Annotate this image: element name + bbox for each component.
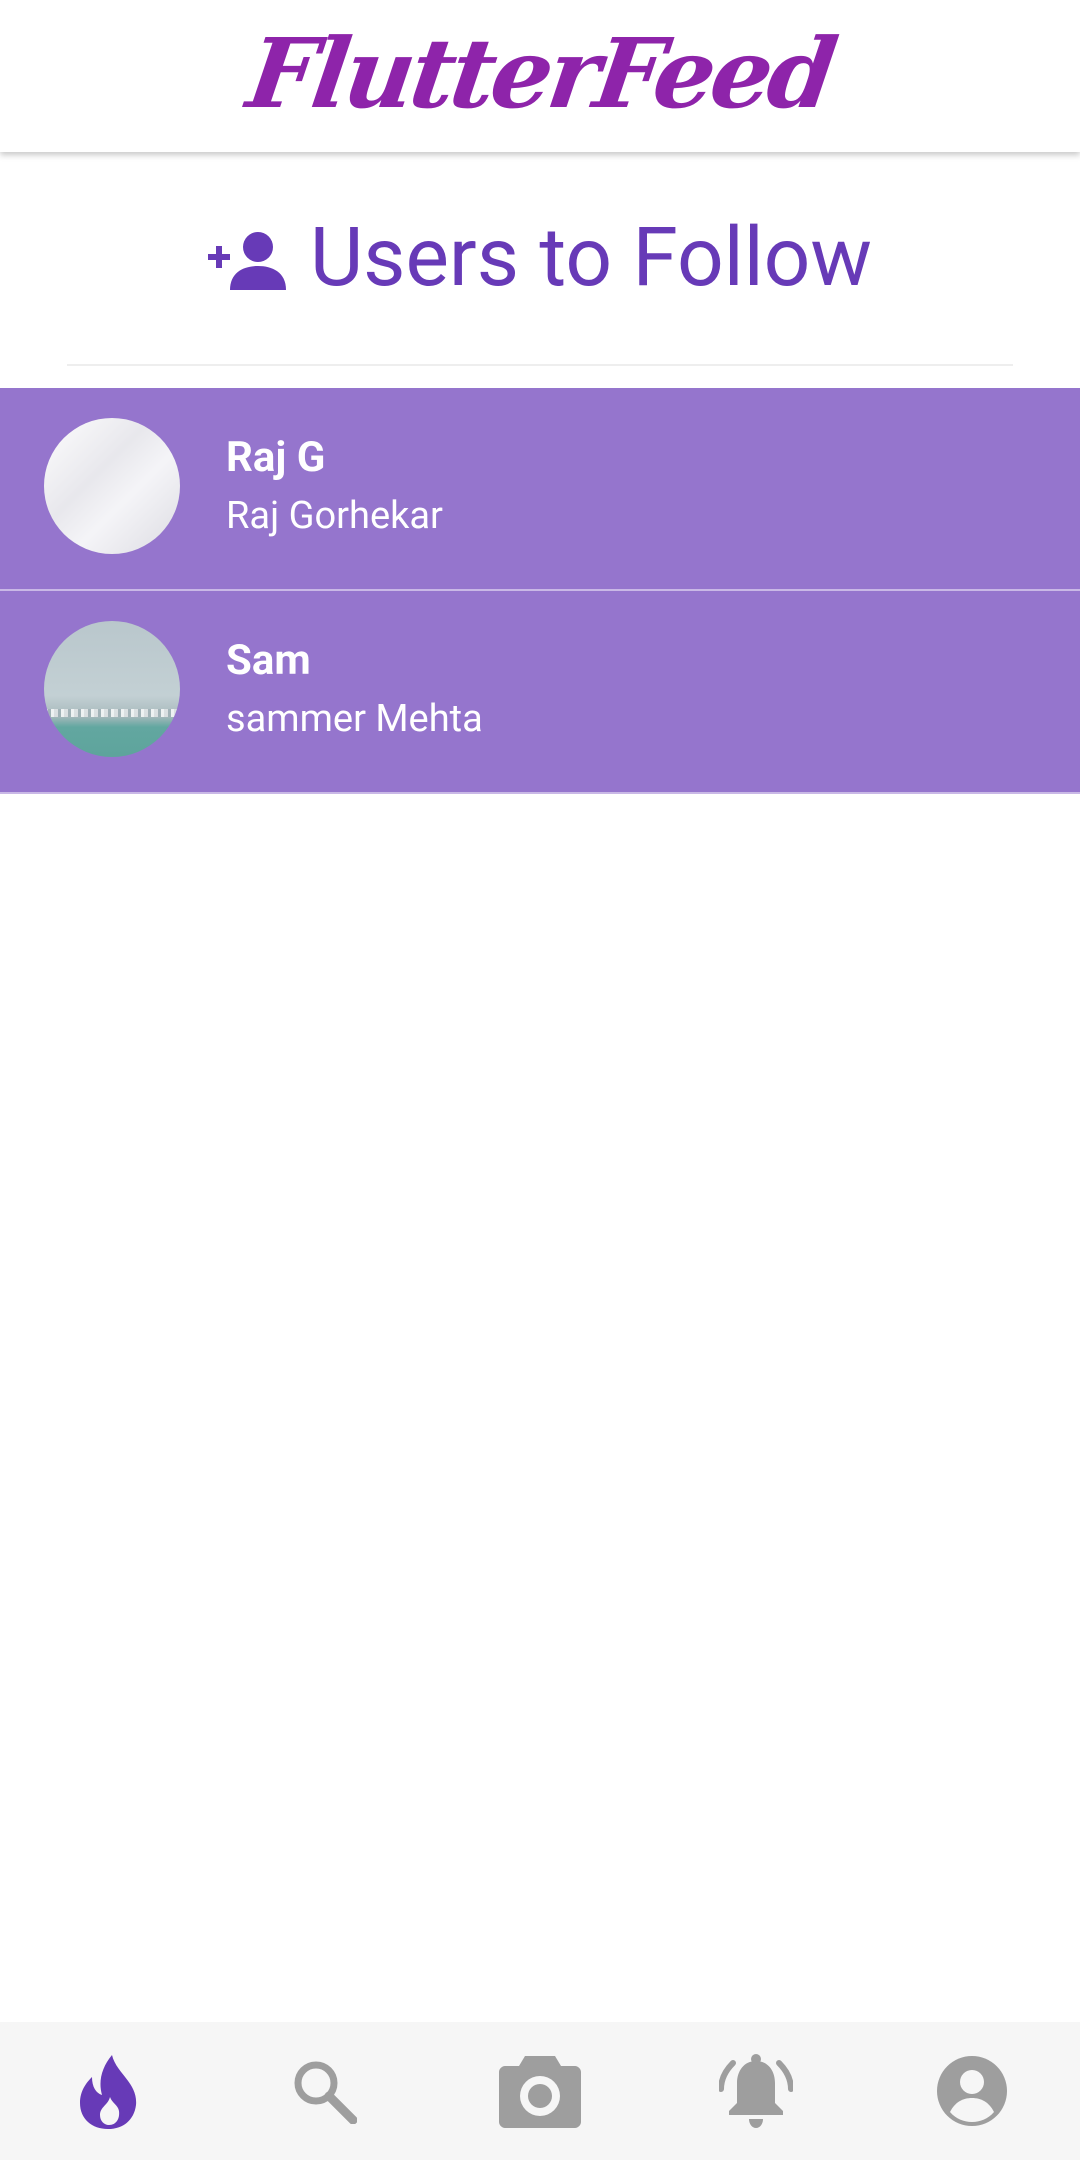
camera-icon: [499, 2056, 581, 2128]
user-list-item[interactable]: Raj G Raj Gorhekar: [0, 388, 1080, 591]
user-username: Sam: [226, 636, 311, 685]
search-icon: [294, 2061, 357, 2124]
user-list: Raj G Raj Gorhekar Sam sammer Mehta: [0, 388, 1080, 794]
user-display-name: Raj Gorhekar: [226, 494, 443, 538]
bell-ringing-icon: [719, 2054, 793, 2128]
app-title: FlutterFeed: [240, 16, 840, 130]
nav-tab-notifications[interactable]: [648, 2022, 864, 2160]
avatar-skyline: [44, 709, 180, 717]
app-bar: FlutterFeed: [0, 0, 1080, 152]
user-display-name: sammer Mehta: [226, 697, 483, 741]
user-list-item[interactable]: Sam sammer Mehta: [0, 591, 1080, 794]
bottom-navigation-bar: [0, 2022, 1080, 2160]
user-username: Raj G: [226, 433, 326, 482]
page-title: Users to Follow: [309, 210, 873, 306]
user-avatar[interactable]: [44, 621, 180, 757]
user-avatar[interactable]: [44, 418, 180, 554]
nav-tab-camera[interactable]: [432, 2022, 648, 2160]
app-screen: FlutterFeed Users to Follow Raj G Raj Go…: [0, 0, 1080, 2160]
person-add-icon: [207, 232, 286, 290]
users-to-follow-header: Users to Follow: [0, 152, 1080, 364]
flame-icon: [80, 2055, 137, 2129]
nav-tab-search[interactable]: [216, 2022, 432, 2160]
nav-tab-profile[interactable]: [864, 2022, 1080, 2160]
nav-tab-feed[interactable]: [0, 2022, 216, 2160]
account-circle-icon: [937, 2056, 1007, 2126]
divider: [67, 364, 1013, 366]
